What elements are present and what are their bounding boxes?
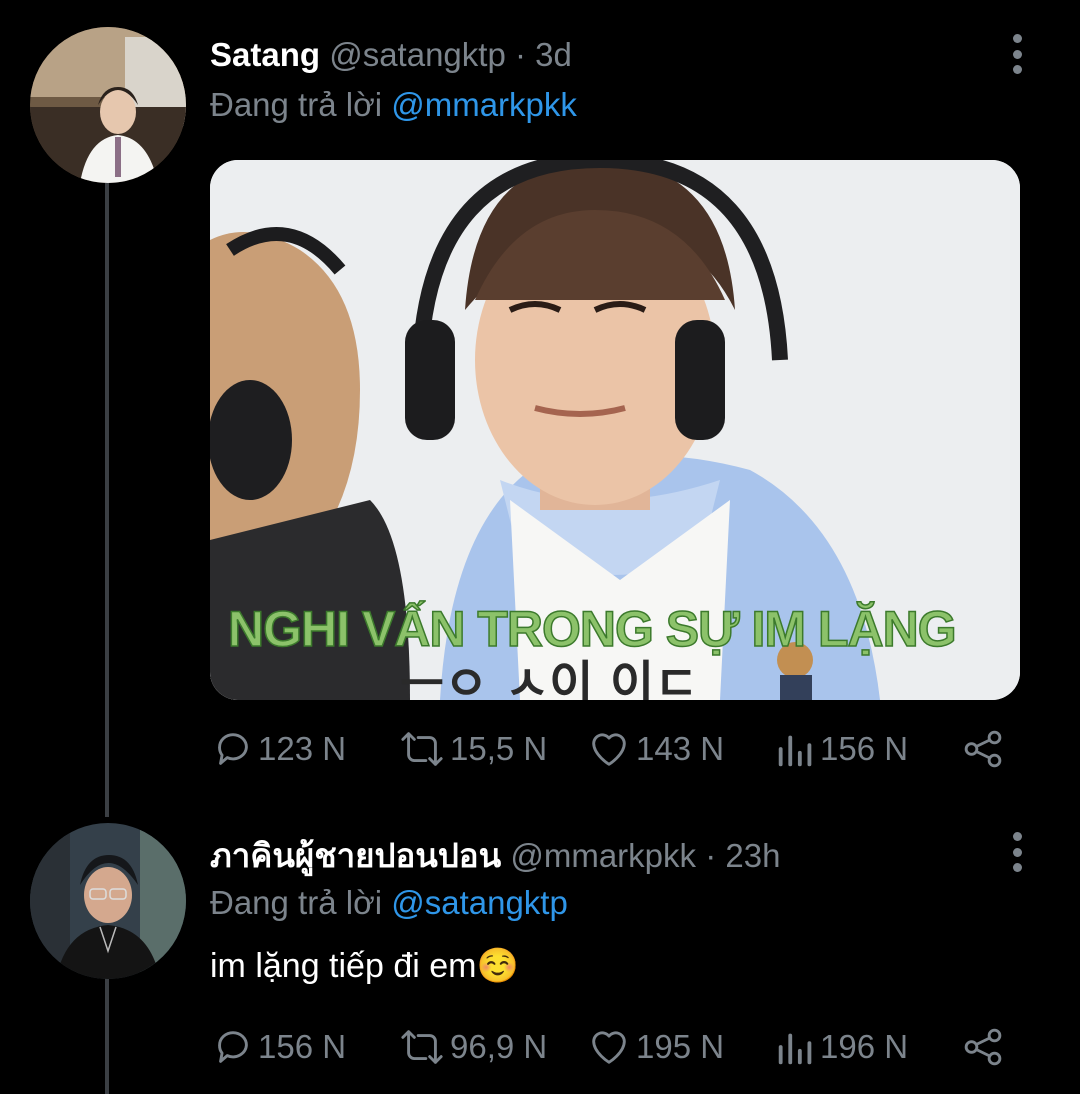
replying-to-label: Đang trả lời — [210, 884, 383, 921]
tweet-header: ภาคินผู้ชายปอนปอน @mmarkpkk · 23h — [210, 836, 780, 876]
timestamp[interactable]: 23h — [725, 837, 780, 874]
image-caption: NGHI VẤN TRONG SỰ IM LẶNG — [227, 600, 957, 658]
reply-button[interactable]: 123 N — [210, 724, 346, 774]
retweet-button[interactable]: 96,9 N — [396, 1022, 547, 1072]
share-button[interactable] — [958, 724, 1008, 774]
reply-button[interactable]: 156 N — [210, 1022, 346, 1072]
like-count: 195 N — [636, 1028, 725, 1065]
like-icon — [592, 733, 626, 766]
handle[interactable]: @mmarkpkk — [510, 837, 696, 874]
display-name[interactable]: Satang — [210, 36, 320, 73]
views-count: 156 N — [820, 730, 909, 767]
retweet-button[interactable]: 15,5 N — [396, 724, 547, 774]
tweet-header: Satang @satangktp · 3d — [210, 35, 572, 75]
tweet-text: im lặng tiếp đi em☺️ — [210, 947, 519, 985]
reply-icon — [218, 1031, 248, 1063]
views-button[interactable]: 156 N — [774, 724, 908, 774]
handle[interactable]: @satangktp — [329, 36, 506, 73]
timestamp[interactable]: 3d — [535, 36, 572, 73]
retweet-icon — [401, 732, 443, 766]
action-bar: 123 N 15,5 N 143 N 156 N — [210, 724, 1020, 774]
reply-icon — [218, 733, 248, 765]
like-icon — [592, 1031, 626, 1064]
more-icon[interactable] — [1010, 34, 1024, 74]
separator: · — [705, 837, 717, 874]
more-icon[interactable] — [1010, 832, 1024, 872]
avatar[interactable] — [30, 27, 186, 183]
replying-to-label: Đang trả lời — [210, 86, 383, 123]
replying-to: Đang trả lời @satangktp — [210, 883, 568, 923]
share-icon — [964, 1028, 1002, 1066]
retweet-count: 96,9 N — [450, 1028, 548, 1065]
views-count: 196 N — [820, 1028, 909, 1065]
avatar[interactable] — [30, 823, 186, 979]
separator: · — [514, 36, 526, 73]
action-bar: 156 N 96,9 N 195 N 196 N — [210, 1022, 1020, 1072]
views-button[interactable]: 196 N — [774, 1022, 908, 1072]
like-button[interactable]: 143 N — [584, 724, 724, 774]
display-name[interactable]: ภาคินผู้ชายปอนปอน — [210, 837, 501, 874]
tweet-image[interactable]: ㅡㅇ ㅅ이 이ㄷ NGHI VẤN TRONG SỰ IM LẶNG — [210, 160, 1020, 700]
views-icon — [778, 1033, 812, 1065]
views-icon — [778, 735, 812, 767]
reply-count: 123 N — [258, 730, 347, 767]
like-button[interactable]: 195 N — [584, 1022, 724, 1072]
replying-to: Đang trả lời @mmarkpkk — [210, 85, 577, 125]
thread-line-top — [105, 182, 109, 817]
reply-count: 156 N — [258, 1028, 347, 1065]
retweet-count: 15,5 N — [450, 730, 548, 767]
svg-text:ㅡㅇ ㅅ이 이ㄷ: ㅡㅇ ㅅ이 이ㄷ — [400, 656, 698, 700]
like-count: 143 N — [636, 730, 725, 767]
mention-link[interactable]: @satangktp — [391, 884, 568, 921]
mention-link[interactable]: @mmarkpkk — [391, 86, 577, 123]
thread-line-bottom — [105, 978, 109, 1094]
share-icon — [964, 730, 1002, 768]
retweet-icon — [401, 1030, 443, 1064]
share-button[interactable] — [958, 1022, 1008, 1072]
